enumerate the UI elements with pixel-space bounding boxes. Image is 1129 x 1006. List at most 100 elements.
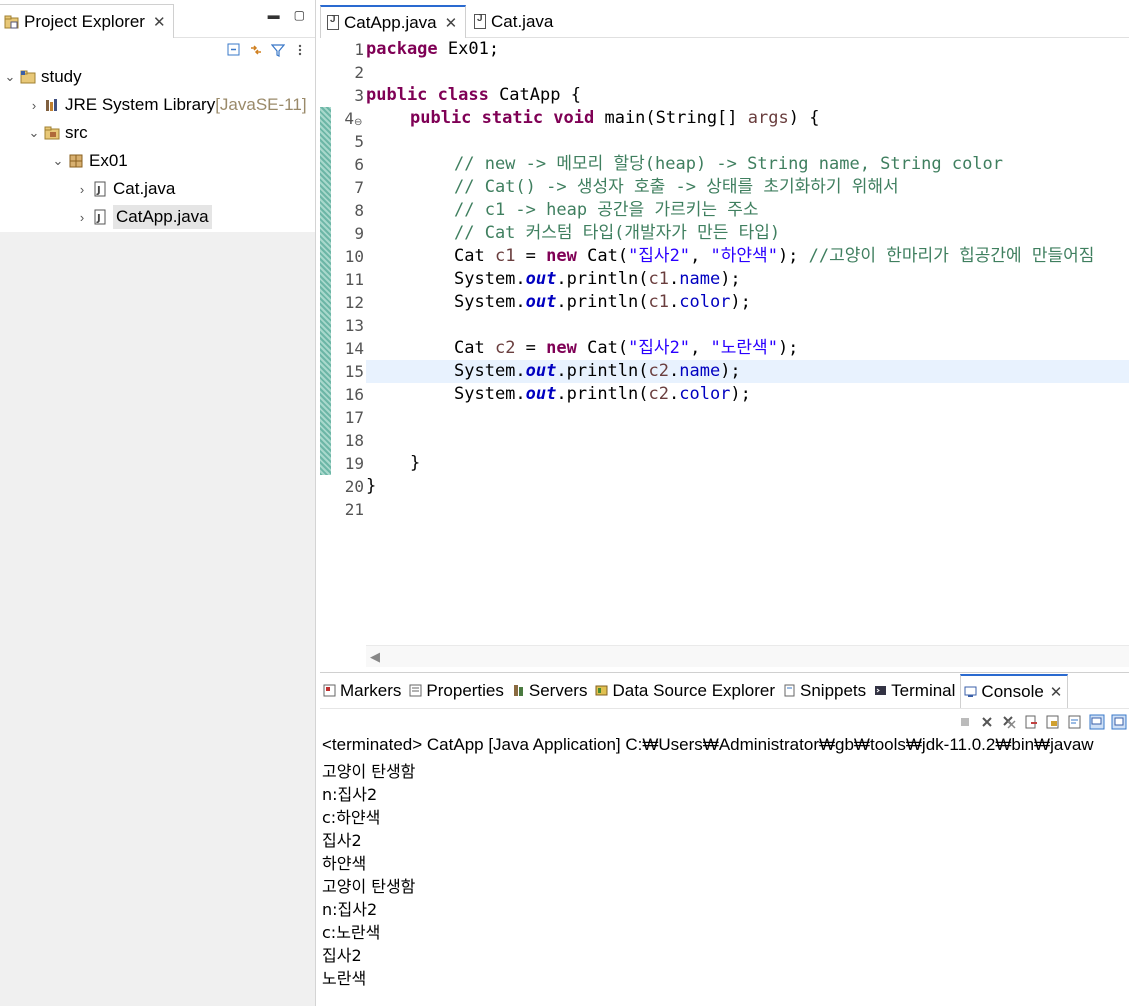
line-number: 5 bbox=[354, 132, 364, 151]
tree-item-label: src bbox=[65, 123, 88, 142]
tab-catapp-java[interactable]: CatApp.java ✕ bbox=[320, 5, 466, 38]
collapse-all-icon[interactable] bbox=[227, 43, 241, 57]
code-line: Cat c1 = new Cat("집사2", "하얀색"); //고양이 한마… bbox=[454, 246, 1095, 266]
package-icon bbox=[69, 154, 83, 168]
scroll-lock-icon[interactable] bbox=[1045, 714, 1061, 730]
chevron-right-icon[interactable]: › bbox=[74, 210, 90, 225]
pin-console-icon[interactable] bbox=[1089, 714, 1105, 730]
remove-launch-icon[interactable] bbox=[979, 714, 995, 730]
tab-servers[interactable]: Servers bbox=[509, 674, 593, 708]
close-icon[interactable]: ✕ bbox=[1050, 683, 1063, 701]
tab-terminal[interactable]: Terminal bbox=[871, 674, 960, 708]
line-number: 12 bbox=[344, 293, 364, 312]
editor-horizontal-scrollbar[interactable]: ◀ bbox=[366, 645, 1129, 667]
console-toolbar bbox=[957, 711, 1129, 733]
line-number: 9 bbox=[354, 224, 364, 243]
console-line: c:하얀색 bbox=[322, 808, 381, 827]
close-icon[interactable]: ✕ bbox=[153, 13, 166, 31]
tree-item-decoration: [JavaSE-11] bbox=[215, 95, 307, 114]
tree-item-study[interactable]: ⌄ study bbox=[2, 64, 82, 90]
code-line: } bbox=[366, 476, 377, 496]
link-with-editor-icon[interactable] bbox=[249, 43, 263, 57]
maximize-icon[interactable]: ▢ bbox=[294, 8, 305, 22]
java-file-icon: J bbox=[94, 209, 106, 225]
explorer-tab-row: Project Explorer ✕ ▬ ▢ bbox=[0, 0, 315, 38]
code-line: } bbox=[410, 453, 421, 473]
tab-project-explorer[interactable]: Project Explorer ✕ bbox=[0, 4, 174, 38]
tab-label: Markers bbox=[340, 680, 402, 700]
scroll-left-icon[interactable]: ◀ bbox=[370, 649, 380, 665]
project-explorer-icon bbox=[4, 15, 19, 28]
chevron-right-icon[interactable]: › bbox=[26, 98, 42, 113]
tree-item-src[interactable]: ⌄ src bbox=[26, 120, 88, 146]
tree-item-ex01[interactable]: ⌄ Ex01 bbox=[50, 148, 128, 174]
code-line: System.out.println(c2.color); bbox=[454, 384, 751, 404]
chevron-down-icon[interactable]: ⌄ bbox=[50, 153, 66, 169]
tree-item-label: Ex01 bbox=[89, 151, 128, 170]
editor-tab-bar: CatApp.java ✕ Cat.java bbox=[320, 0, 1129, 38]
snippets-icon bbox=[784, 684, 795, 697]
tab-properties[interactable]: Properties bbox=[406, 674, 508, 708]
remove-all-terminated-icon[interactable] bbox=[1001, 714, 1017, 730]
code-line: public static void main(String[] args) { bbox=[410, 108, 820, 128]
terminal-icon bbox=[875, 686, 887, 695]
line-number: 19 bbox=[344, 454, 364, 473]
tab-label: Console bbox=[981, 681, 1044, 701]
filter-icon[interactable] bbox=[271, 43, 285, 57]
tree-item-catapp-java[interactable]: › J CatApp.java bbox=[74, 204, 212, 230]
console-output[interactable]: 고양이 탄생함 n:집사2 c:하얀색 집사2 하얀색 고양이 탄생함 n:집사… bbox=[322, 760, 1122, 990]
line-number: 18 bbox=[344, 431, 364, 450]
line-number: 10 bbox=[344, 247, 364, 266]
explorer-empty-area bbox=[0, 232, 315, 1006]
code-comment: // Cat 커스텀 타입(개발자가 만든 타입) bbox=[454, 223, 781, 243]
chevron-down-icon[interactable]: ⌄ bbox=[26, 125, 42, 141]
line-number: 17 bbox=[344, 408, 364, 427]
minimize-icon[interactable]: ▬ bbox=[268, 8, 280, 22]
tab-label: Data Source Explorer bbox=[612, 680, 775, 700]
explorer-tab-label: Project Explorer bbox=[24, 11, 145, 31]
tree-item-label: Cat.java bbox=[113, 179, 176, 198]
line-number: 4 bbox=[344, 109, 354, 128]
terminate-icon[interactable] bbox=[957, 714, 973, 730]
fold-collapse-icon[interactable]: ⊖ bbox=[354, 117, 362, 128]
tree-item-jre-library[interactable]: › JRE System Library [JavaSE-11] bbox=[26, 92, 307, 118]
view-menu-icon[interactable] bbox=[293, 43, 307, 57]
tab-label: Snippets bbox=[800, 680, 867, 700]
code-line: System.out.println(c2.name); bbox=[454, 361, 741, 381]
change-annotation-bar bbox=[320, 107, 331, 475]
editor-tab-label: CatApp.java bbox=[344, 12, 437, 32]
properties-icon bbox=[409, 684, 422, 697]
tab-data-source-explorer[interactable]: Data Source Explorer bbox=[592, 674, 780, 708]
code-line: System.out.println(c1.name); bbox=[454, 269, 741, 289]
java-file-icon bbox=[327, 14, 339, 30]
java-file-icon bbox=[474, 13, 486, 29]
source-folder-icon bbox=[44, 126, 60, 140]
console-line: 하얀색 bbox=[322, 854, 367, 873]
editor-tab-label: Cat.java bbox=[491, 11, 554, 31]
tree-item-label: JRE System Library bbox=[65, 95, 216, 114]
tree-item-cat-java[interactable]: › J Cat.java bbox=[74, 176, 176, 202]
console-line: 노란색 bbox=[322, 969, 367, 988]
close-icon[interactable]: ✕ bbox=[445, 14, 458, 32]
bottom-panel: Markers Properties Servers Data Source E… bbox=[320, 672, 1129, 1006]
console-line: 고양이 탄생함 bbox=[322, 762, 416, 781]
code-line: Cat c2 = new Cat("집사2", "노란색"); bbox=[454, 338, 799, 358]
code-line: System.out.println(c1.color); bbox=[454, 292, 751, 312]
chevron-right-icon[interactable]: › bbox=[74, 182, 90, 197]
tab-console[interactable]: Console ✕ bbox=[960, 673, 1069, 708]
tab-cat-java[interactable]: Cat.java bbox=[468, 5, 568, 38]
line-number: 15 bbox=[344, 362, 364, 381]
chevron-down-icon[interactable]: ⌄ bbox=[2, 69, 18, 85]
tab-label: Properties bbox=[426, 680, 504, 700]
view-tab-bar: Markers Properties Servers Data Source E… bbox=[320, 673, 1129, 709]
line-number: 11 bbox=[344, 270, 364, 289]
line-number: 7 bbox=[354, 178, 364, 197]
tab-snippets[interactable]: Snippets bbox=[780, 674, 871, 708]
console-line: 집사2 bbox=[322, 946, 362, 965]
clear-console-icon[interactable] bbox=[1023, 714, 1039, 730]
markers-icon bbox=[323, 684, 336, 697]
explorer-toolbar bbox=[0, 38, 315, 62]
open-console-icon[interactable] bbox=[1111, 714, 1127, 730]
tab-markers[interactable]: Markers bbox=[320, 674, 406, 708]
word-wrap-icon[interactable] bbox=[1067, 714, 1083, 730]
